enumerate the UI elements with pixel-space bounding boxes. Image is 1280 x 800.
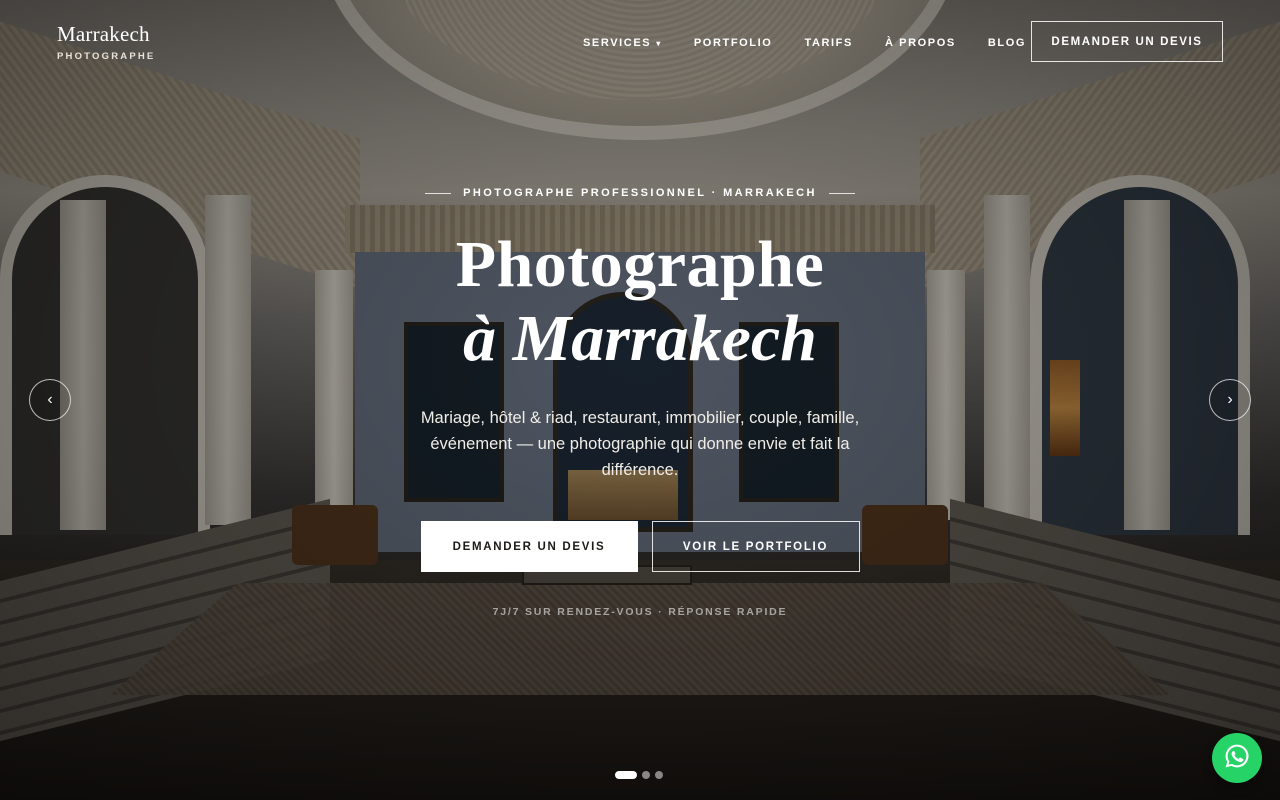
main-nav: SERVICES ▾ PORTFOLIO TARIFS À PROPOS BLO… (583, 37, 1026, 49)
kicker-divider (425, 192, 452, 194)
chevron-left-icon: ‹ (47, 391, 53, 408)
request-quote-button[interactable]: DEMANDER UN DEVIS (420, 521, 638, 572)
hero-background-image (0, 0, 1280, 800)
nav-item-label: À PROPOS (884, 37, 956, 49)
nav-item-tarifs[interactable]: TARIFS (804, 37, 853, 49)
whatsapp-button[interactable] (1212, 733, 1262, 783)
hero-kicker-text: PHOTOGRAPHE PROFESSIONNEL · MARRAKECH (463, 187, 817, 199)
carousel-dots (615, 771, 663, 779)
hero-kicker: PHOTOGRAPHE PROFESSIONNEL · MARRAKECH (0, 187, 1280, 199)
logo-tagline: PHOTOGRAPHE (57, 51, 156, 62)
availability-note: 7J/7 SUR RENDEZ-VOUS · RÉPONSE RAPIDE (492, 606, 788, 618)
hero-title-line2: à Marrakech (463, 302, 817, 375)
carousel-prev-button[interactable]: ‹ (29, 379, 71, 421)
view-portfolio-button[interactable]: VOIR LE PORTFOLIO (651, 521, 860, 572)
carousel-next-button[interactable]: › (1209, 379, 1251, 421)
whatsapp-icon (1223, 742, 1251, 775)
chevron-right-icon: › (1227, 391, 1233, 408)
site-logo[interactable]: Marrakech PHOTOGRAPHE (57, 22, 155, 62)
carousel-dot[interactable] (615, 771, 637, 779)
carousel-dot[interactable] (655, 771, 663, 779)
kicker-divider (828, 192, 855, 194)
hero-subtitle: Mariage, hôtel & riad, restaurant, immob… (420, 409, 860, 479)
nav-item-label: TARIFS (804, 37, 853, 49)
logo-name: Marrakech (57, 22, 150, 46)
header-quote-button[interactable]: DEMANDER UN DEVIS (1031, 21, 1223, 62)
nav-item-portfolio[interactable]: PORTFOLIO (694, 37, 773, 49)
hero-section: Marrakech PHOTOGRAPHE SERVICES ▾ PORTFOL… (0, 0, 1280, 800)
nav-item-blog[interactable]: BLOG (988, 37, 1026, 49)
nav-item-label: BLOG (987, 37, 1027, 49)
nav-item-services[interactable]: SERVICES ▾ (583, 37, 662, 49)
hero-buttons: DEMANDER UN DEVIS VOIR LE PORTFOLIO (0, 521, 1280, 572)
nav-item-label: PORTFOLIO (693, 37, 773, 49)
hero-title: Photographe à Marrakech (0, 228, 1280, 376)
nav-item-label: SERVICES (583, 37, 652, 49)
nav-item-a-propos[interactable]: À PROPOS (885, 37, 956, 49)
hero-title-line1: Photographe (455, 228, 825, 301)
carousel-dot[interactable] (642, 771, 650, 779)
chevron-down-icon: ▾ (656, 38, 662, 48)
site-header: Marrakech PHOTOGRAPHE SERVICES ▾ PORTFOL… (0, 0, 1280, 90)
